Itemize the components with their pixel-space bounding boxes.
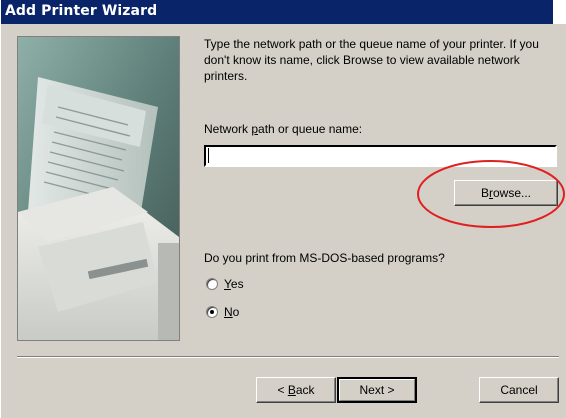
window-title: Add Printer Wizard — [5, 3, 158, 19]
radio-yes-button[interactable] — [206, 278, 218, 290]
cancel-button[interactable]: Cancel — [479, 377, 559, 403]
next-button[interactable]: Next > — [337, 377, 417, 403]
network-path-input[interactable] — [204, 145, 557, 167]
add-printer-wizard-window: Add Printer Wizard Type the network path… — [0, 0, 566, 418]
title-bar-gap — [553, 0, 566, 24]
separator-line — [17, 356, 559, 358]
radio-no-label: No — [224, 305, 240, 319]
radio-yes-label: Yes — [224, 277, 244, 291]
path-field-label: Network path or queue name: — [204, 122, 363, 136]
next-button-label: Next > — [339, 379, 415, 401]
printer-with-paper-illustration-icon — [17, 36, 180, 341]
title-bar[interactable]: Add Printer Wizard — [1, 0, 553, 24]
radio-no[interactable]: No — [206, 304, 239, 320]
radio-yes[interactable]: Yes — [206, 276, 244, 292]
instruction-text: Type the network path or the queue name … — [204, 37, 539, 83]
browse-button[interactable]: Browse... — [454, 180, 558, 206]
radio-no-button[interactable] — [206, 306, 218, 318]
text-caret — [208, 148, 209, 163]
msdos-question: Do you print from MS-DOS-based programs? — [204, 251, 445, 265]
back-button[interactable]: < Back — [256, 377, 336, 403]
